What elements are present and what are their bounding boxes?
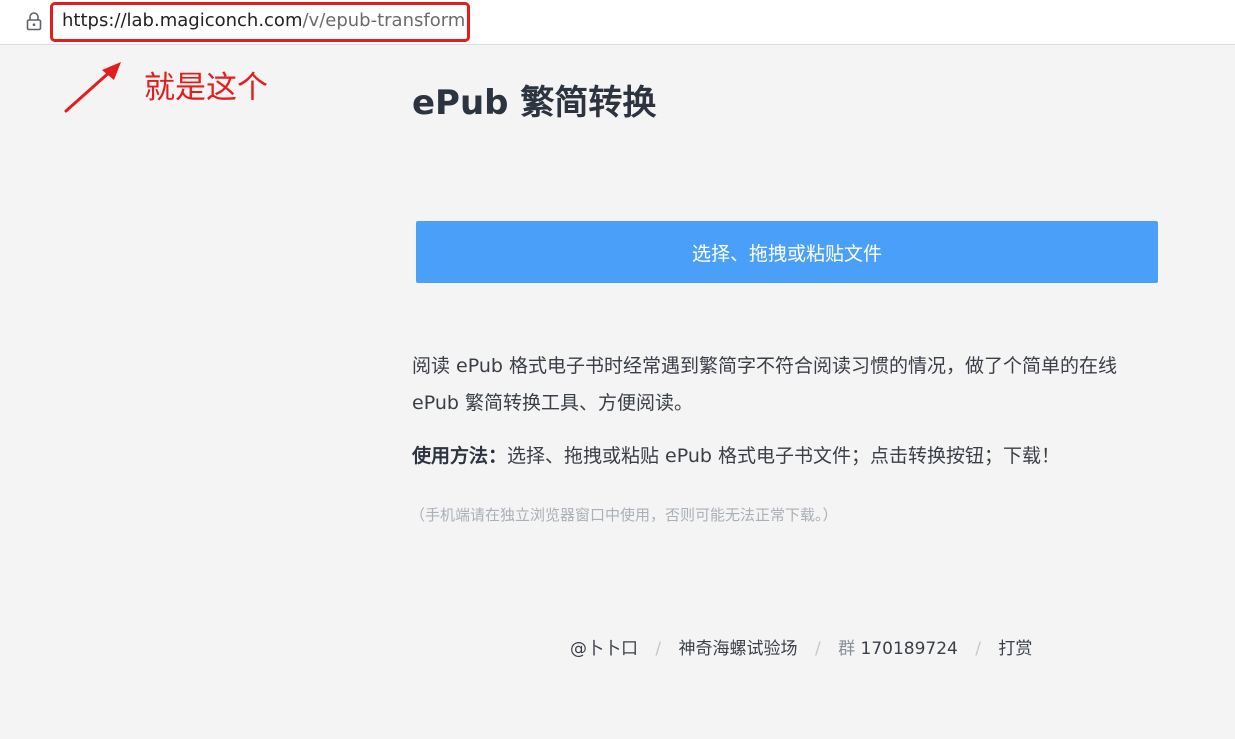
mobile-note: （手机端请在独立浏览器窗口中使用，否则可能无法正常下载。）	[410, 506, 838, 524]
usage-label: 使用方法：	[412, 445, 508, 467]
url-highlight-box	[50, 2, 470, 42]
group-number-link[interactable]: 170189724	[861, 639, 958, 659]
lock-icon[interactable]	[25, 11, 43, 31]
intro-paragraph: 阅读 ePub 格式电子书时经常遇到繁简字不符合阅读习惯的情况，做了个简单的在线…	[412, 355, 1117, 414]
usage-text: 选择、拖拽或粘贴 ePub 格式电子书文件；点击转换按钮；下载！	[507, 445, 1061, 467]
page-title: ePub 繁简转换	[412, 83, 657, 123]
footer-separator: /	[975, 639, 981, 659]
browser-address-bar: https://lab.magiconch.com/v/epub-transfo…	[0, 0, 1235, 45]
footer: @卜卜口 / 神奇海螺试验场 / 群 170189724 / 打赏	[570, 634, 1032, 659]
author-link[interactable]: @卜卜口	[570, 639, 638, 659]
footer-separator: /	[655, 639, 662, 659]
annotation-label: 就是这个	[144, 70, 268, 106]
upload-file-button[interactable]: 选择、拖拽或粘贴文件	[416, 221, 1158, 283]
footer-separator: /	[814, 639, 821, 659]
usage-instructions: 使用方法：选择、拖拽或粘贴 ePub 格式电子书文件；点击转换按钮；下载！	[412, 441, 1060, 468]
site-link[interactable]: 神奇海螺试验场	[679, 639, 798, 659]
annotation-arrow-icon	[64, 62, 121, 113]
group-prefix: 群	[838, 639, 856, 659]
donate-link[interactable]: 打赏	[998, 639, 1032, 659]
